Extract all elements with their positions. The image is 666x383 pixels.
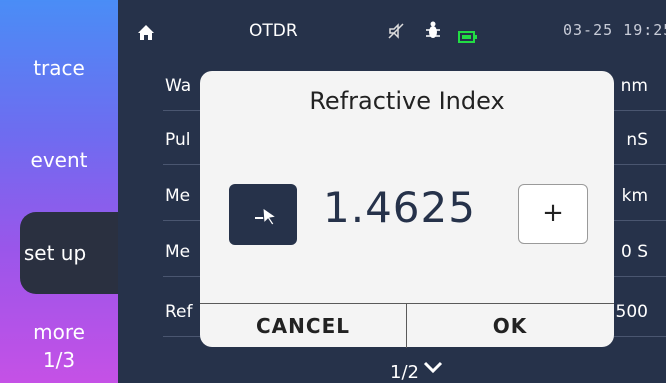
setting-value: nS	[626, 130, 648, 150]
sidebar-item-trace[interactable]: trace	[0, 56, 118, 80]
home-icon[interactable]	[137, 24, 155, 45]
decrement-button[interactable]	[229, 184, 297, 245]
cursor-icon	[259, 205, 281, 231]
sidebar-page-indicator: 1/3	[42, 348, 76, 372]
setting-label: Pul	[165, 130, 191, 150]
increment-button[interactable]: +	[518, 184, 588, 244]
ok-button[interactable]: OK	[407, 304, 613, 348]
sidebar-item-more[interactable]: more	[0, 320, 118, 344]
setting-value: nm	[620, 76, 648, 96]
dialog-title: Refractive Index	[309, 87, 505, 115]
app-title: OTDR	[249, 21, 298, 41]
setting-label: Ref	[165, 302, 193, 322]
setting-value: 0 S	[620, 242, 648, 262]
refractive-index-dialog: Refractive Index 1.4625 + CANCEL OK	[200, 71, 614, 348]
sidebar-item-event[interactable]: event	[0, 148, 118, 172]
mute-icon	[387, 22, 405, 44]
setting-label: Wa	[165, 76, 192, 96]
sidebar: trace event set up more 1/3	[0, 0, 118, 383]
setting-label: Me	[165, 242, 191, 262]
sidebar-item-label: set up	[23, 241, 87, 265]
datetime: 03-25 19:25	[563, 21, 666, 39]
page-indicator: 1/2	[390, 362, 419, 383]
setting-label: Me	[165, 186, 191, 206]
refractive-index-value: 1.4625	[323, 183, 476, 232]
battery-icon	[458, 28, 478, 47]
bug-icon	[425, 20, 441, 44]
dialog-footer: CANCEL OK	[200, 303, 614, 348]
cancel-button[interactable]: CANCEL	[200, 304, 407, 348]
sidebar-item-setup[interactable]: set up	[20, 212, 118, 294]
chevron-down-icon[interactable]	[423, 359, 443, 378]
status-bar: OTDR 03-25 19:25	[118, 0, 666, 62]
setting-value: km	[621, 186, 648, 206]
setting-value: 500	[615, 302, 648, 322]
